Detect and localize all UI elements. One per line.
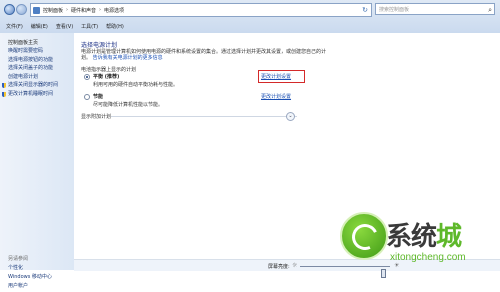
shield-icon [2,91,6,97]
sidebar-item-wake-password[interactable]: 唤醒时需要密码 [8,48,58,55]
plan-balanced-description: 利用可用的硬件自动平衡功耗与性能。 [93,82,179,88]
sidebar: 控制面板主页 唤醒时需要密码 选择电源按钮的功能 选择关闭盖子的功能 创建电源计… [0,33,74,289]
breadcrumb-power-options[interactable]: 电源选项 [104,7,124,14]
search-icon: ⌕ [488,6,492,14]
address-bar[interactable]: 控制面板 › 硬件和声音 › 电源选项 ↻ [30,3,372,17]
brightness-slider-thumb[interactable] [380,269,386,278]
forward-button[interactable] [16,4,27,15]
sidebar-links: 唤醒时需要密码 选择电源按钮的功能 选择关闭盖子的功能 创建电源计划 选择关闭显… [2,48,59,99]
sidebar-item-lid-close[interactable]: 选择关闭盖子的功能 [8,65,58,72]
highlight-box [258,70,305,83]
sidebar-item-label: 更改计算机睡眠时间 [8,90,54,97]
watermark-logo: 系统城 xitongcheng.com [340,212,500,270]
search-input[interactable]: 搜索控制面板 ⌕ [375,3,495,15]
expand-chevron-icon[interactable]: ⌄ [286,112,295,121]
see-also-links: 个性化 Windows 移动中心 用户帐户 [8,265,52,292]
sidebar-item-power-button[interactable]: 选择电源按钮的功能 [8,57,58,64]
search-placeholder: 搜索控制面板 [379,7,410,13]
brightness-label: 屏幕亮度: [268,264,290,270]
change-settings-label: 更改计划设置 [261,94,292,100]
sidebar-item-mobility-center[interactable]: Windows 移动中心 [8,274,52,281]
menu-edit[interactable]: 编辑(E) [31,23,48,30]
sidebar-item-label: 唤醒时需要密码 [8,48,44,54]
watermark-text-green: 城 [436,222,462,252]
plan-power-saver-change-settings-link[interactable]: 更改计划设置 [261,93,291,100]
sidebar-home-link[interactable]: 控制面板主页 [8,39,38,46]
sidebar-item-user-accounts[interactable]: 用户帐户 [8,283,52,290]
plan-power-saver-name[interactable]: 节能 [93,93,103,100]
watermark-text: 系统城 [386,216,462,253]
sidebar-item-create-plan[interactable]: 创建电源计划 [8,74,58,81]
plan-balanced-change-settings-link[interactable]: 更改计划设置 [258,70,305,83]
show-additional-plans[interactable]: 显示附加计划 [81,113,297,120]
dim-sun-icon: ☼ [292,262,298,269]
see-also-heading: 另请参阅 [8,256,29,262]
sidebar-item-display-off[interactable]: 选择关闭显示器的时间 [2,82,59,89]
back-button[interactable] [4,4,15,15]
breadcrumb-separator-icon: › [99,7,102,13]
menu-view[interactable]: 查看(V) [56,23,73,30]
window-chrome: 控制面板 › 硬件和声音 › 电源选项 ↻ 搜索控制面板 ⌕ 文件(F) 编辑(… [0,0,500,35]
watermark-url: xitongcheng.com [390,252,466,263]
page-title: 选择电源计划 [81,42,118,49]
plan-balanced-radio[interactable] [84,74,90,80]
divider [111,116,297,117]
power-plan-help-link[interactable]: 告诉我有关电源计划的更多信息 [93,55,163,61]
plan-balanced-name[interactable]: 平衡 (推荐) [93,73,119,80]
sidebar-item-label: 选择关闭盖子的功能 [8,65,54,71]
sidebar-item-label: 创建电源计划 [8,73,39,80]
show-additional-plans-label: 显示附加计划 [81,114,112,120]
plan-power-saver-description: 尽可能降低计算机性能以节能。 [93,102,164,108]
page-description: 电源计划是管理计算机如何使用电源的硬件和系统设置的集合。通过选择计划并更改其设置… [81,49,331,61]
shield-icon [2,83,6,88]
sidebar-item-personalization[interactable]: 个性化 [8,265,52,272]
breadcrumb-control-panel[interactable]: 控制面板 [43,7,63,14]
plan-power-saver-radio[interactable] [84,94,90,100]
menu-bar: 文件(F) 编辑(E) 查看(V) 工具(T) 帮助(H) [0,21,500,32]
watermark-text-gray: 系统 [386,222,437,252]
control-panel-icon [33,6,40,14]
sidebar-item-label: 选择关闭显示器的时间 [8,82,59,88]
menu-file[interactable]: 文件(F) [6,23,23,30]
menu-help[interactable]: 帮助(H) [106,23,124,30]
sidebar-item-sleep-time[interactable]: 更改计算机睡眠时间 [2,90,58,98]
breadcrumb-hardware-sound[interactable]: 硬件和声音 [71,7,96,14]
breadcrumb-separator-icon: › [66,7,69,13]
address-bar-row: 控制面板 › 硬件和声音 › 电源选项 ↻ 搜索控制面板 ⌕ [0,0,500,20]
menu-tools[interactable]: 工具(T) [81,23,98,30]
refresh-icon[interactable]: ↻ [361,6,369,14]
watermark-emblem-icon [340,212,388,260]
sidebar-item-label: 选择电源按钮的功能 [8,56,54,63]
